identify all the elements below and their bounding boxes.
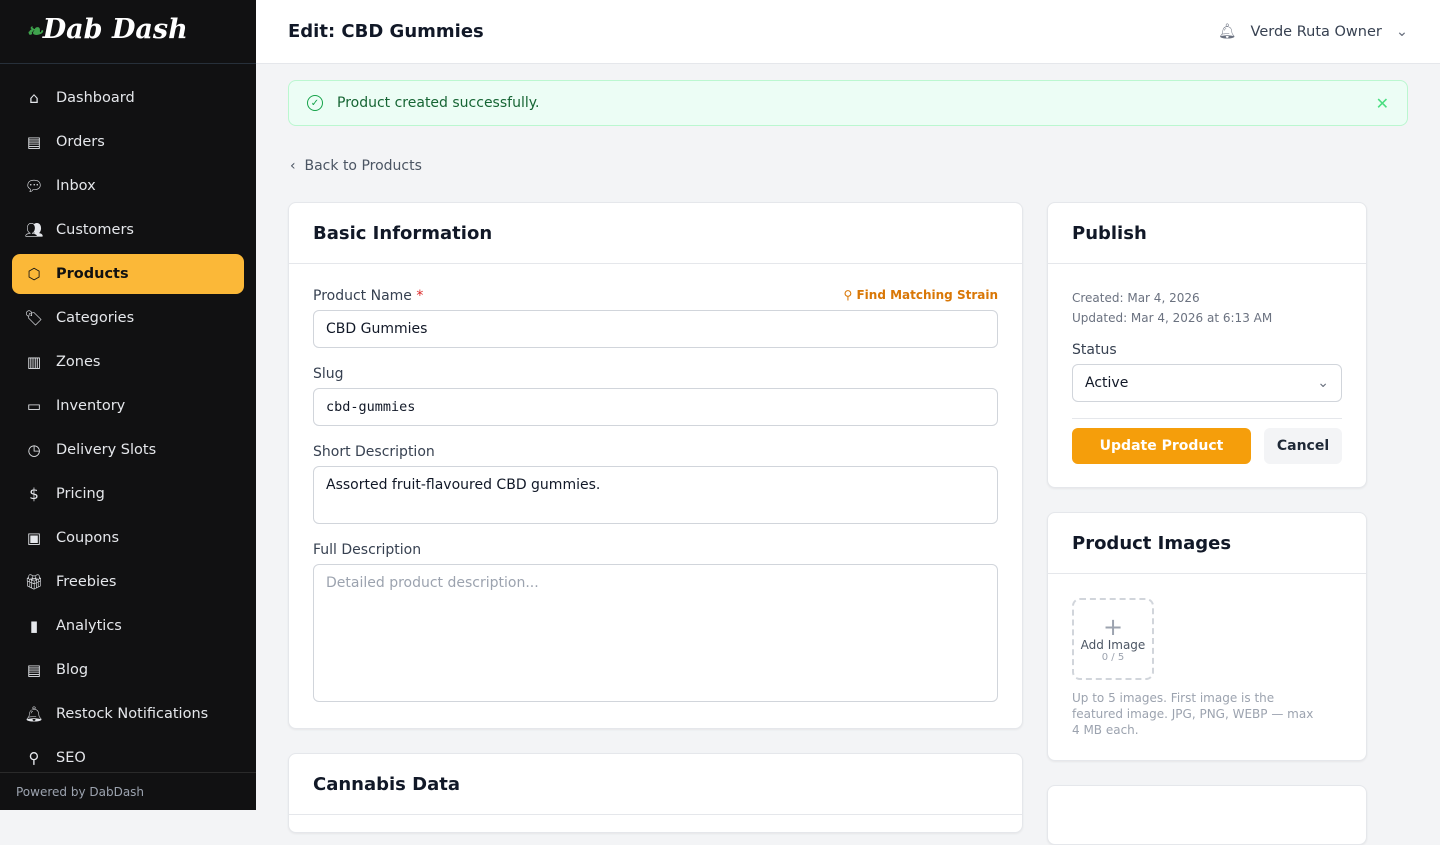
plus-icon: + <box>1102 612 1124 641</box>
sidebar-nav: ⌂︎ Dashboard ▤︎ Orders 💬︎ Inbox 👥︎ Customers ⬡︎ P… <box>0 64 256 778</box>
basic-info-card: Basic Information Product Name * ⚲ Find … <box>288 202 1023 729</box>
short-description-textarea[interactable]: Assorted fruit-flavoured CBD gummies. <box>313 466 998 524</box>
created-date: Created: Mar 4, 2026 <box>1072 291 1200 305</box>
bell-icon[interactable]: 🔔︎ <box>1218 23 1236 40</box>
dollar-icon: $︎ <box>29 485 39 503</box>
sidebar-item-dashboard[interactable]: ⌂︎ Dashboard <box>12 78 244 118</box>
sidebar: ❧Dab Dash ⌂︎ Dashboard ▤︎ Orders 💬︎ Inbox 👥︎ Cu… <box>0 0 256 810</box>
back-link[interactable]: ‹ Back to Products <box>290 158 422 174</box>
sidebar-item-label: Pricing <box>56 486 105 502</box>
sidebar-item-analytics[interactable]: ▮︎ Analytics <box>12 606 244 646</box>
add-image-label: Add Image <box>1080 637 1146 652</box>
sidebar-item-delivery-slots[interactable]: ◷︎ Delivery Slots <box>12 430 244 470</box>
sidebar-item-label: Orders <box>56 134 105 150</box>
sidebar-item-label: Blog <box>56 662 89 678</box>
sidebar-item-label: Dashboard <box>56 90 135 106</box>
sidebar-item-freebies[interactable]: 🎁︎ Freebies <box>12 562 244 602</box>
newspaper-icon: ▤︎ <box>26 661 42 679</box>
user-name: Verde Ruta Owner <box>1250 23 1382 40</box>
bell-icon: 🔔︎ <box>24 705 44 723</box>
sidebar-item-orders[interactable]: ▤︎ Orders <box>12 122 244 162</box>
sidebar-item-label: Coupons <box>56 530 120 546</box>
slug-input[interactable]: cbd-gummies <box>313 388 998 426</box>
ticket-icon: ▣︎ <box>26 529 42 547</box>
sidebar-item-zones[interactable]: ▥︎ Zones <box>12 342 244 382</box>
sidebar-item-label: Freebies <box>56 574 117 590</box>
sidebar-item-label: Restock Notifications <box>56 706 209 722</box>
slug-label: Slug <box>313 366 344 382</box>
brand-name: Dab Dash <box>42 14 188 45</box>
sidebar-item-pricing[interactable]: $︎ Pricing <box>12 474 244 514</box>
short-description-label: Short Description <box>313 444 435 460</box>
home-icon: ⌂︎ <box>29 89 39 107</box>
chevron-down-icon: ⌄ <box>1395 23 1408 40</box>
card-title: Basic Information <box>289 203 1022 264</box>
sidebar-item-label: Inbox <box>56 178 96 194</box>
search-icon: ⚲ <box>843 288 857 302</box>
sidebar-item-label: Customers <box>56 222 134 238</box>
additional-card <box>1047 785 1367 845</box>
update-product-button[interactable]: Update Product <box>1072 428 1251 464</box>
status-value: Active <box>1085 375 1129 391</box>
back-label: Back to Products <box>304 158 422 174</box>
publish-card: Publish Created: Mar 4, 2026 Updated: Ma… <box>1047 202 1367 488</box>
topbar: Edit: CBD Gummies 🔔︎ Verde Ruta Owner ⌄ <box>256 0 1440 64</box>
gift-icon: 🎁︎ <box>24 573 44 591</box>
product-name-input[interactable]: CBD Gummies <box>313 310 998 348</box>
sidebar-item-inbox[interactable]: 💬︎ Inbox <box>12 166 244 206</box>
product-name-label: Product Name <box>313 288 412 304</box>
chevron-down-icon: ⌄ <box>1317 375 1329 391</box>
sidebar-item-coupons[interactable]: ▣︎ Coupons <box>12 518 244 558</box>
cancel-button[interactable]: Cancel <box>1264 428 1342 464</box>
images-help-text: Up to 5 images. First image is the featu… <box>1072 691 1314 737</box>
sidebar-item-inventory[interactable]: ▭︎ Inventory <box>12 386 244 426</box>
alert-message: Product created successfully. <box>337 95 540 111</box>
image-count: 0 / 5 <box>1101 651 1125 663</box>
chevron-left-icon: ‹ <box>290 158 305 174</box>
sidebar-item-label: SEO <box>56 750 86 766</box>
map-icon: ▥︎ <box>26 353 42 371</box>
sidebar-item-label: Zones <box>56 354 101 370</box>
add-image-button[interactable]: + Add Image 0 / 5 <box>1072 598 1154 680</box>
find-strain-label: Find Matching Strain <box>856 288 998 302</box>
chart-icon: ▮︎ <box>29 617 39 635</box>
search-icon: ⚲︎ <box>28 749 40 767</box>
find-strain-link[interactable]: ⚲ Find Matching Strain <box>844 288 999 304</box>
sidebar-item-restock-notifications[interactable]: 🔔︎ Restock Notifications <box>12 694 244 734</box>
sidebar-item-label: Analytics <box>56 618 122 634</box>
status-select[interactable]: Active ⌄ <box>1072 364 1342 402</box>
close-icon[interactable]: ✕ <box>1376 94 1389 113</box>
required-marker: * <box>416 288 424 304</box>
check-circle-icon: ✓ <box>307 95 323 111</box>
sidebar-item-categories[interactable]: 🏷︎ Categories <box>12 298 244 338</box>
sidebar-item-blog[interactable]: ▤︎ Blog <box>12 650 244 690</box>
card-title: Publish <box>1048 203 1366 264</box>
product-images-card: Product Images + Add Image 0 / 5 Up to 5… <box>1047 512 1367 761</box>
card-title: Product Images <box>1048 513 1366 574</box>
archive-icon: ▭︎ <box>26 397 42 415</box>
sidebar-item-label: Products <box>56 266 129 282</box>
tag-icon: 🏷︎ <box>24 309 44 327</box>
card-title: Cannabis Data <box>289 754 1022 815</box>
updated-date: Updated: Mar 4, 2026 at 6:13 AM <box>1072 311 1273 325</box>
sidebar-item-label: Categories <box>56 310 135 326</box>
status-label: Status <box>1072 342 1117 358</box>
sidebar-item-customers[interactable]: 👥︎ Customers <box>12 210 244 250</box>
sidebar-item-products[interactable]: ⬡︎ Products <box>12 254 244 294</box>
box-icon: ⬡︎ <box>27 265 41 283</box>
powered-by: Powered by DabDash <box>0 772 256 810</box>
users-icon: 👥︎ <box>24 221 44 239</box>
cannabis-data-card: Cannabis Data <box>288 753 1023 833</box>
full-description-textarea[interactable]: Detailed product description... <box>313 564 998 702</box>
chat-icon: 💬︎ <box>24 177 44 195</box>
clock-icon: ◷︎ <box>27 441 41 459</box>
sidebar-item-label: Delivery Slots <box>56 442 157 458</box>
clipboard-icon: ▤︎ <box>26 133 42 151</box>
success-alert: ✓ Product created successfully. ✕ <box>288 80 1408 126</box>
user-menu[interactable]: 🔔︎ Verde Ruta Owner ⌄ <box>1218 23 1408 41</box>
logo[interactable]: ❧Dab Dash <box>0 0 256 64</box>
full-description-label: Full Description <box>313 542 422 558</box>
page-title: Edit: CBD Gummies <box>288 21 484 42</box>
sidebar-item-label: Inventory <box>56 398 126 414</box>
